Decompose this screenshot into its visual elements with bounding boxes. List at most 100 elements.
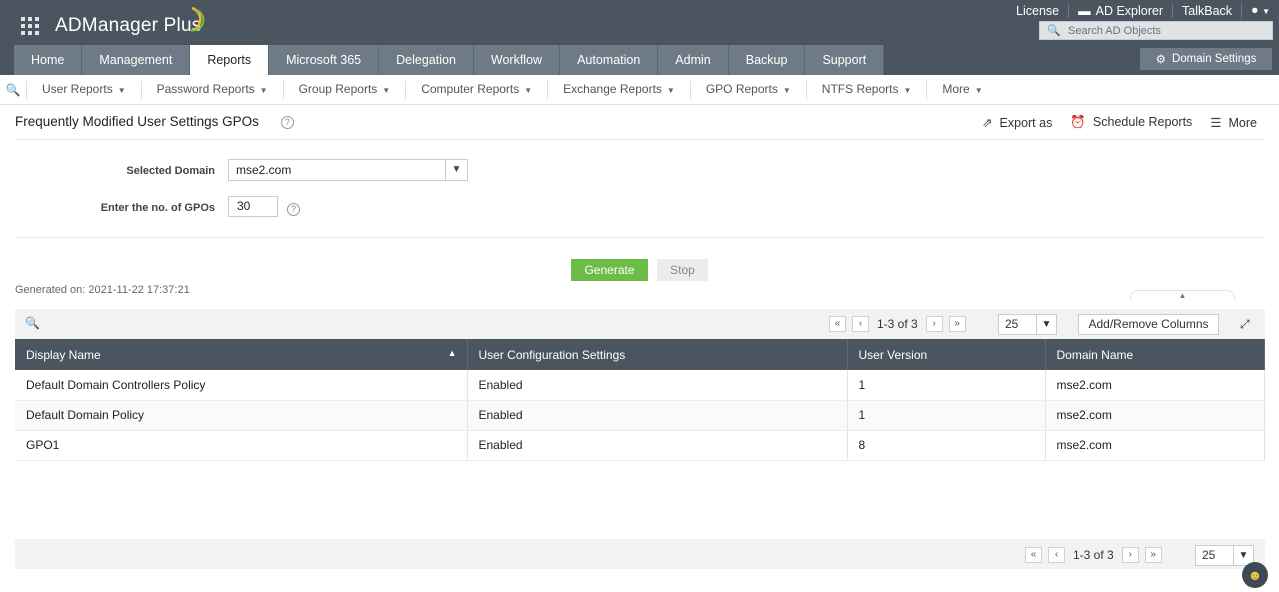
caret-down-icon: ▼ xyxy=(903,85,912,95)
sort-asc-icon: ▲ xyxy=(447,347,457,358)
user-menu[interactable]: ● ▼ xyxy=(1241,3,1279,19)
computer-reports-menu[interactable]: Computer Reports ▼ xyxy=(405,80,547,99)
cell-domain-name: mse2.com xyxy=(1045,370,1265,401)
group-reports-menu[interactable]: Group Reports ▼ xyxy=(282,80,406,99)
folder-icon: ▬ xyxy=(1078,4,1091,18)
logo-arc-icon xyxy=(189,6,205,32)
report-table: Display Name ▲ User Configuration Setting… xyxy=(15,339,1265,461)
export-icon: ⇗ xyxy=(982,116,993,130)
add-remove-columns-button[interactable]: Add/Remove Columns xyxy=(1078,314,1219,335)
help-icon[interactable]: ? xyxy=(287,203,300,216)
cell-domain-name: mse2.com xyxy=(1045,400,1265,431)
last-page-button[interactable]: » xyxy=(948,316,966,332)
tab-home[interactable]: Home xyxy=(14,45,83,75)
cell-display-name: Default Domain Policy xyxy=(15,400,468,431)
user-avatar-icon: ● xyxy=(1251,3,1259,17)
ad-search[interactable]: 🔍 Search AD Objects xyxy=(1039,21,1273,40)
domain-settings-label: Domain Settings xyxy=(1171,53,1257,65)
more-icon: ☰ xyxy=(1210,116,1222,130)
gear-icon: ⚙ xyxy=(1155,54,1166,66)
search-input[interactable]: Search AD Objects xyxy=(1068,25,1161,37)
export-button[interactable]: ⇗ Export as xyxy=(982,115,1052,130)
collapse-handle[interactable]: ▲ xyxy=(1130,290,1235,300)
tab-reports[interactable]: Reports xyxy=(190,45,270,75)
top-links: License ▬ AD Explorer TalkBack ● ▼ xyxy=(1007,3,1279,19)
column-header[interactable]: User Configuration Settings xyxy=(467,339,848,370)
caret-down-icon: ▼ xyxy=(524,85,533,95)
tab-management[interactable]: Management xyxy=(82,45,191,75)
license-link[interactable]: License xyxy=(1007,4,1068,18)
page-range: 1-3 of 3 xyxy=(1073,548,1114,562)
top-header: ADManager Plus License ▬ AD Explorer Talk… xyxy=(0,0,1279,75)
gpo-count-input[interactable]: 30 xyxy=(228,196,278,217)
pagination-bottom: « ‹ 1-3 of 3 › » xyxy=(1025,547,1168,563)
tab-delegation[interactable]: Delegation xyxy=(379,45,474,75)
cell-user-version: 1 xyxy=(847,400,1046,431)
search-icon: 🔍 xyxy=(1047,25,1061,37)
schedule-reports-button[interactable]: ⏰ Schedule Reports xyxy=(1070,115,1192,130)
pagination-top: « ‹ 1-3 of 3 › » xyxy=(829,316,972,332)
app-grid-icon[interactable] xyxy=(21,17,39,35)
cell-display-name: Default Domain Controllers Policy xyxy=(15,370,468,401)
domain-select[interactable]: mse2.com ▼ xyxy=(228,159,468,181)
table-row[interactable]: Default Domain Controllers Policy Enable… xyxy=(15,370,1265,401)
page-size-select[interactable]: 25 ▼ xyxy=(1195,545,1254,566)
generated-on-text: Generated on: 2021-11-22 17:37:21 xyxy=(15,284,190,296)
tab-workflow[interactable]: Workflow xyxy=(473,45,561,75)
talkback-link[interactable]: TalkBack xyxy=(1172,4,1241,18)
cell-user-config: Enabled xyxy=(467,370,848,401)
ntfs-reports-menu[interactable]: NTFS Reports ▼ xyxy=(805,80,927,99)
report-form: Selected Domain mse2.com ▼ Enter the no. … xyxy=(15,150,1265,238)
cell-user-version: 1 xyxy=(847,370,1046,401)
caret-down-icon: ▼ xyxy=(117,85,126,95)
help-icon[interactable]: ? xyxy=(280,116,294,129)
exchange-reports-menu[interactable]: Exchange Reports ▼ xyxy=(547,80,690,99)
column-header[interactable]: User Version xyxy=(847,339,1046,370)
table-row[interactable]: Default Domain Policy Enabled 1 mse2.com xyxy=(15,400,1265,431)
tab-admin[interactable]: Admin xyxy=(658,45,729,75)
page-title: Frequently Modified User Settings GPOs? xyxy=(15,114,294,129)
caret-down-icon: ▼ xyxy=(259,85,268,95)
domain-settings-button[interactable]: ⚙ Domain Settings xyxy=(1140,48,1272,70)
ad-explorer-link[interactable]: ▬ AD Explorer xyxy=(1068,4,1172,18)
gpo-count-label: Enter the no. of GPOs xyxy=(100,202,215,214)
support-chat-icon[interactable]: ☻ xyxy=(1242,562,1268,588)
prev-page-button[interactable]: ‹ xyxy=(1048,547,1065,563)
last-page-button[interactable]: » xyxy=(1144,547,1162,563)
stop-button[interactable]: Stop xyxy=(657,259,708,281)
page-range: 1-3 of 3 xyxy=(877,317,918,331)
table-header-row: Display Name ▲ User Configuration Setting… xyxy=(15,339,1265,370)
search-reports-icon[interactable]: 🔍 xyxy=(0,83,26,97)
column-header[interactable]: Display Name ▲ xyxy=(15,339,468,370)
caret-down-icon: ▼ xyxy=(382,85,391,95)
caret-down-icon: ▼ xyxy=(974,85,983,95)
chevron-down-icon: ▼ xyxy=(1036,315,1056,334)
fullscreen-icon[interactable]: ⤢ xyxy=(1240,317,1250,332)
column-header[interactable]: Domain Name xyxy=(1045,339,1265,370)
table-search-icon[interactable]: 🔍 xyxy=(25,316,40,330)
tab-microsoft-365[interactable]: Microsoft 365 xyxy=(269,45,380,75)
gpo-reports-menu[interactable]: GPO Reports ▼ xyxy=(689,80,806,99)
more-actions-button[interactable]: ☰ More xyxy=(1210,115,1257,130)
cell-display-name: GPO1 xyxy=(15,430,468,461)
generate-button[interactable]: Generate xyxy=(571,259,648,281)
tab-automation[interactable]: Automation xyxy=(560,45,659,75)
tab-support[interactable]: Support xyxy=(805,45,885,75)
cell-domain-name: mse2.com xyxy=(1045,430,1265,461)
more-reports-menu[interactable]: More ▼ xyxy=(926,80,997,99)
first-page-button[interactable]: « xyxy=(829,316,846,332)
prev-page-button[interactable]: ‹ xyxy=(852,316,869,332)
user-reports-menu[interactable]: User Reports ▼ xyxy=(26,80,141,99)
first-page-button[interactable]: « xyxy=(1025,547,1042,563)
app-logo[interactable]: ADManager Plus xyxy=(55,15,201,37)
next-page-button[interactable]: › xyxy=(925,316,943,332)
tab-backup[interactable]: Backup xyxy=(728,45,806,75)
cell-user-version: 8 xyxy=(847,430,1046,461)
report-title-bar: Frequently Modified User Settings GPOs? … xyxy=(15,112,1265,140)
cell-user-config: Enabled xyxy=(467,400,848,431)
password-reports-menu[interactable]: Password Reports ▼ xyxy=(140,80,283,99)
page-size-select[interactable]: 25 ▼ xyxy=(998,314,1057,335)
table-row[interactable]: GPO1 Enabled 8 mse2.com xyxy=(15,430,1265,461)
next-page-button[interactable]: › xyxy=(1121,547,1139,563)
chevron-down-icon: ▼ xyxy=(1262,7,1270,16)
